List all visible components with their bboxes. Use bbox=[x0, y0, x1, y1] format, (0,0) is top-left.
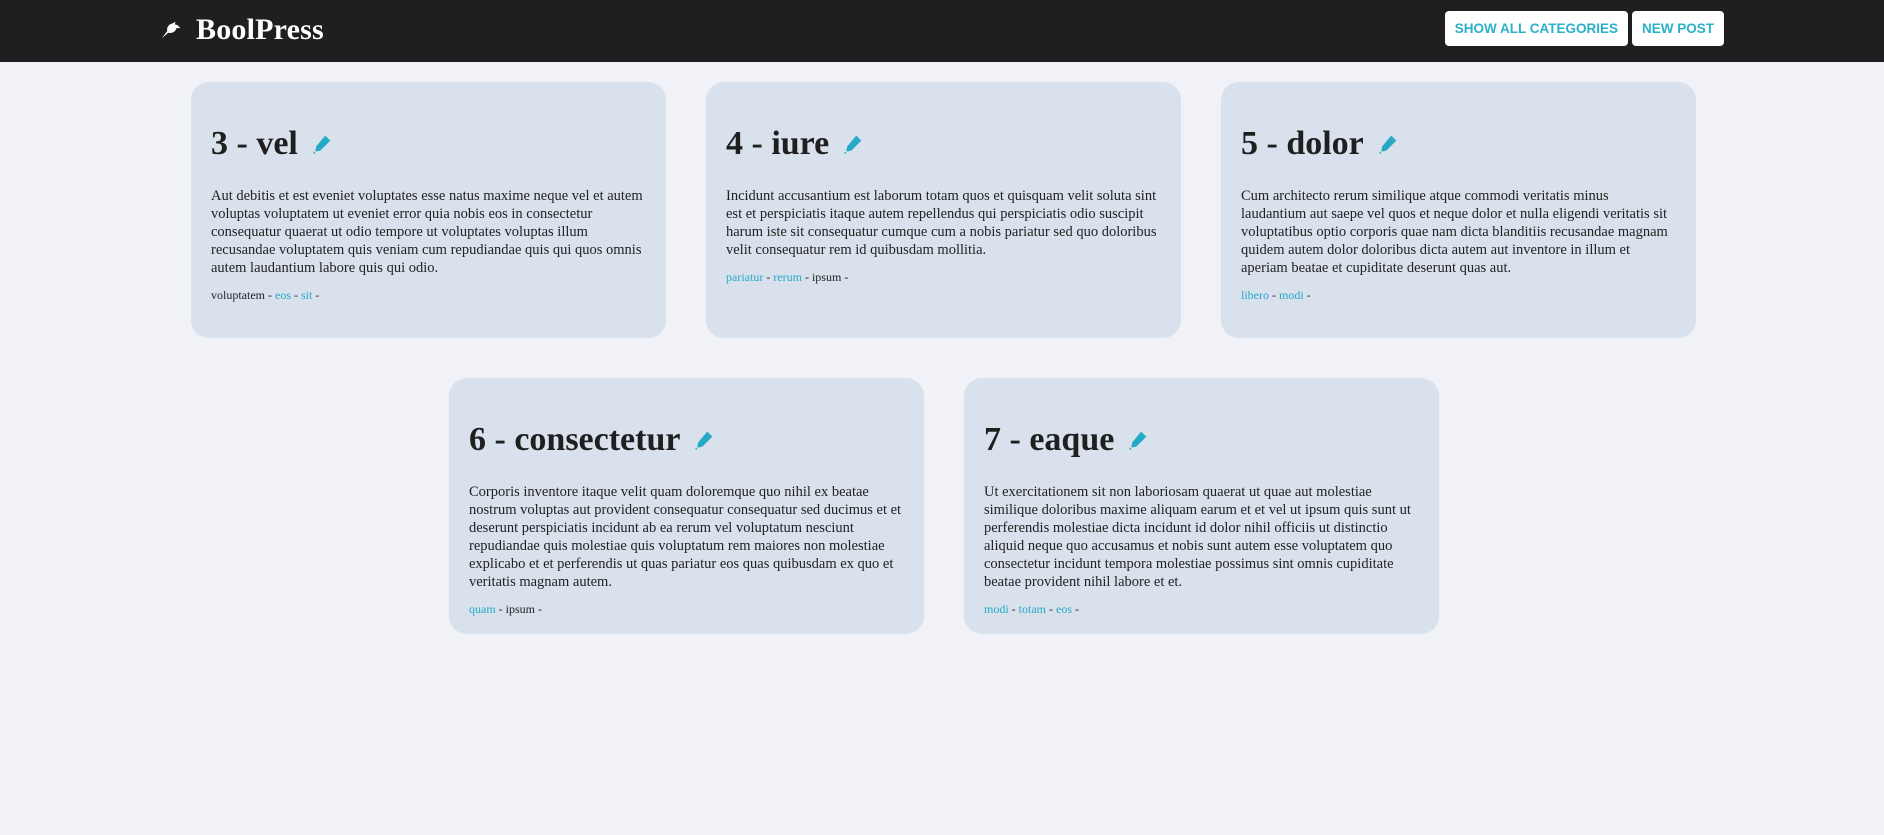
post-body: Aut debitis et est eveniet voluptates es… bbox=[211, 188, 643, 276]
tag-link[interactable]: rerum bbox=[773, 270, 802, 284]
post-tags: modi - totam - eos - bbox=[984, 602, 1419, 617]
tag-separator: - bbox=[535, 602, 543, 616]
nav-actions: SHOW ALL CATEGORIES NEW POST bbox=[1444, 11, 1724, 46]
post-title: 5 - dolor bbox=[1241, 125, 1364, 162]
tag-separator: - bbox=[801, 270, 812, 284]
post-card: 4 - iure Incidunt accusantium est laboru… bbox=[706, 82, 1181, 338]
show-all-categories-button[interactable]: SHOW ALL CATEGORIES bbox=[1444, 11, 1628, 46]
post-header: 3 - vel bbox=[211, 116, 646, 172]
post-body: Cum architecto rerum similique atque com… bbox=[1241, 188, 1668, 276]
brand-name[interactable]: BoolPress bbox=[196, 13, 324, 47]
tag-separator: - bbox=[495, 602, 506, 616]
tag-link: ipsum bbox=[505, 602, 536, 616]
post-tags: pariatur - rerum - ipsum - bbox=[726, 270, 1161, 285]
pen-icon[interactable] bbox=[1128, 430, 1148, 450]
post-title: 7 - eaque bbox=[984, 421, 1115, 458]
post-header: 7 - eaque bbox=[984, 412, 1419, 468]
post-header: 4 - iure bbox=[726, 116, 1161, 172]
post-card: 7 - eaque Ut exercitationem sit non labo… bbox=[964, 378, 1439, 634]
post-card: 3 - vel Aut debitis et est eveniet volup… bbox=[191, 82, 666, 338]
post-tags: libero - modi - bbox=[1241, 288, 1676, 303]
tag-link[interactable]: modi bbox=[984, 602, 1009, 616]
tag-link: ipsum bbox=[811, 270, 842, 284]
post-card: 6 - consectetur Corporis inventore itaqu… bbox=[449, 378, 924, 634]
post-card: 5 - dolor Cum architecto rerum similique… bbox=[1221, 82, 1696, 338]
tag-link[interactable]: totam bbox=[1019, 602, 1046, 616]
tag-link[interactable]: eos bbox=[1056, 602, 1072, 616]
tag-separator: - bbox=[1269, 288, 1279, 302]
post-tags: voluptatem - eos - sit - bbox=[211, 288, 646, 303]
post-title: 4 - iure bbox=[726, 125, 830, 162]
post-title: 6 - consectetur bbox=[469, 421, 681, 458]
post-header: 5 - dolor bbox=[1241, 116, 1676, 172]
tag-link[interactable]: pariatur bbox=[726, 270, 763, 284]
post-header: 6 - consectetur bbox=[469, 412, 904, 468]
tag-separator: - bbox=[841, 270, 849, 284]
tag-separator: - bbox=[291, 288, 301, 302]
tag-link: voluptatem bbox=[211, 288, 265, 302]
tag-separator: - bbox=[1072, 602, 1079, 616]
tag-separator: - bbox=[763, 270, 774, 284]
post-body: Incidunt accusantium est laborum totam q… bbox=[726, 188, 1157, 258]
tag-separator: - bbox=[1303, 288, 1311, 302]
tag-separator: - bbox=[1008, 602, 1019, 616]
tag-link[interactable]: modi bbox=[1279, 288, 1304, 302]
post-title: 3 - vel bbox=[211, 125, 298, 162]
tag-link[interactable]: libero bbox=[1241, 288, 1269, 302]
tag-separator: - bbox=[1046, 602, 1056, 616]
post-body: Ut exercitationem sit non laboriosam qua… bbox=[984, 484, 1411, 590]
navbar: BoolPress SHOW ALL CATEGORIES NEW POST bbox=[0, 0, 1884, 62]
pen-icon[interactable] bbox=[843, 134, 863, 154]
brand[interactable]: BoolPress bbox=[160, 12, 324, 48]
tag-separator: - bbox=[265, 288, 275, 302]
new-post-button[interactable]: NEW POST bbox=[1631, 11, 1724, 46]
post-tags: quam - ipsum - bbox=[469, 602, 904, 617]
tag-link[interactable]: eos bbox=[275, 288, 291, 302]
tag-link[interactable]: sit bbox=[301, 288, 312, 302]
pen-icon[interactable] bbox=[694, 430, 714, 450]
tag-separator: - bbox=[312, 288, 320, 302]
post-body: Corporis inventore itaque velit quam dol… bbox=[469, 484, 902, 590]
bird-icon bbox=[161, 21, 181, 39]
pen-icon[interactable] bbox=[1378, 134, 1398, 154]
pen-icon[interactable] bbox=[312, 134, 332, 154]
tag-link[interactable]: quam bbox=[469, 602, 496, 616]
